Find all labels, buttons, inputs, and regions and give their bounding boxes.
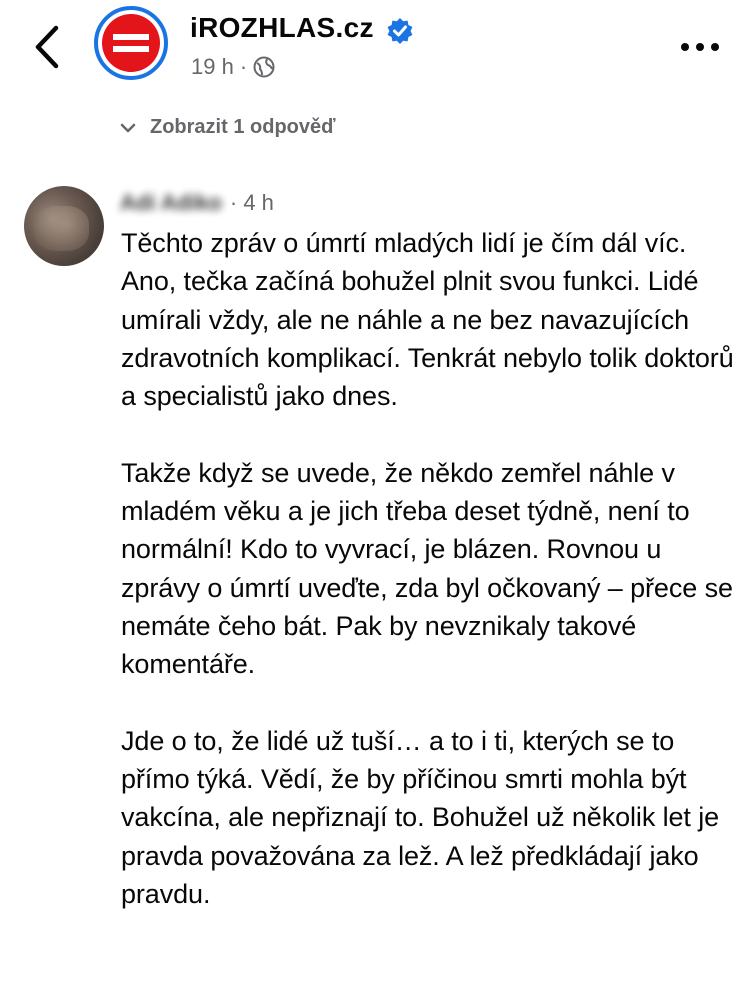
comment-body: Těchto zpráv o úmrtí mladých lidí je čím…	[121, 224, 741, 952]
irozhlas-logo-icon	[102, 14, 160, 72]
comment-author-name[interactable]: Adi Adiko	[120, 190, 222, 216]
post-header: iROZHLAS.cz 19 h ·	[0, 0, 750, 100]
comment-author-line: Adi Adiko · 4 h	[120, 188, 274, 218]
globe-icon	[253, 56, 275, 78]
chevron-down-icon	[120, 123, 136, 132]
comment-time: · 4 h	[229, 190, 274, 215]
page-name[interactable]: iROZHLAS.cz	[190, 12, 374, 44]
comment-paragraph: Takže když se uvede, že někdo zemřel náh…	[121, 457, 733, 680]
show-replies-label: Zobrazit 1 odpověď	[150, 116, 336, 138]
meta-separator: ·	[239, 54, 248, 79]
comment-author-avatar[interactable]	[24, 186, 104, 266]
show-replies-button[interactable]: Zobrazit 1 odpověď	[120, 116, 336, 139]
chevron-left-icon[interactable]	[28, 22, 68, 72]
page-avatar[interactable]	[94, 6, 168, 80]
post-time[interactable]: 19 h	[191, 54, 234, 80]
comment-paragraph: Těchto zpráv o úmrtí mladých lidí je čím…	[121, 228, 734, 412]
comment-paragraph: Jde o to, že lidé už tuší… a to i ti, kt…	[121, 725, 720, 910]
more-horizontal-icon[interactable]	[678, 40, 722, 54]
verified-badge-icon	[387, 18, 413, 44]
post-meta: 19 h ·	[191, 54, 275, 80]
